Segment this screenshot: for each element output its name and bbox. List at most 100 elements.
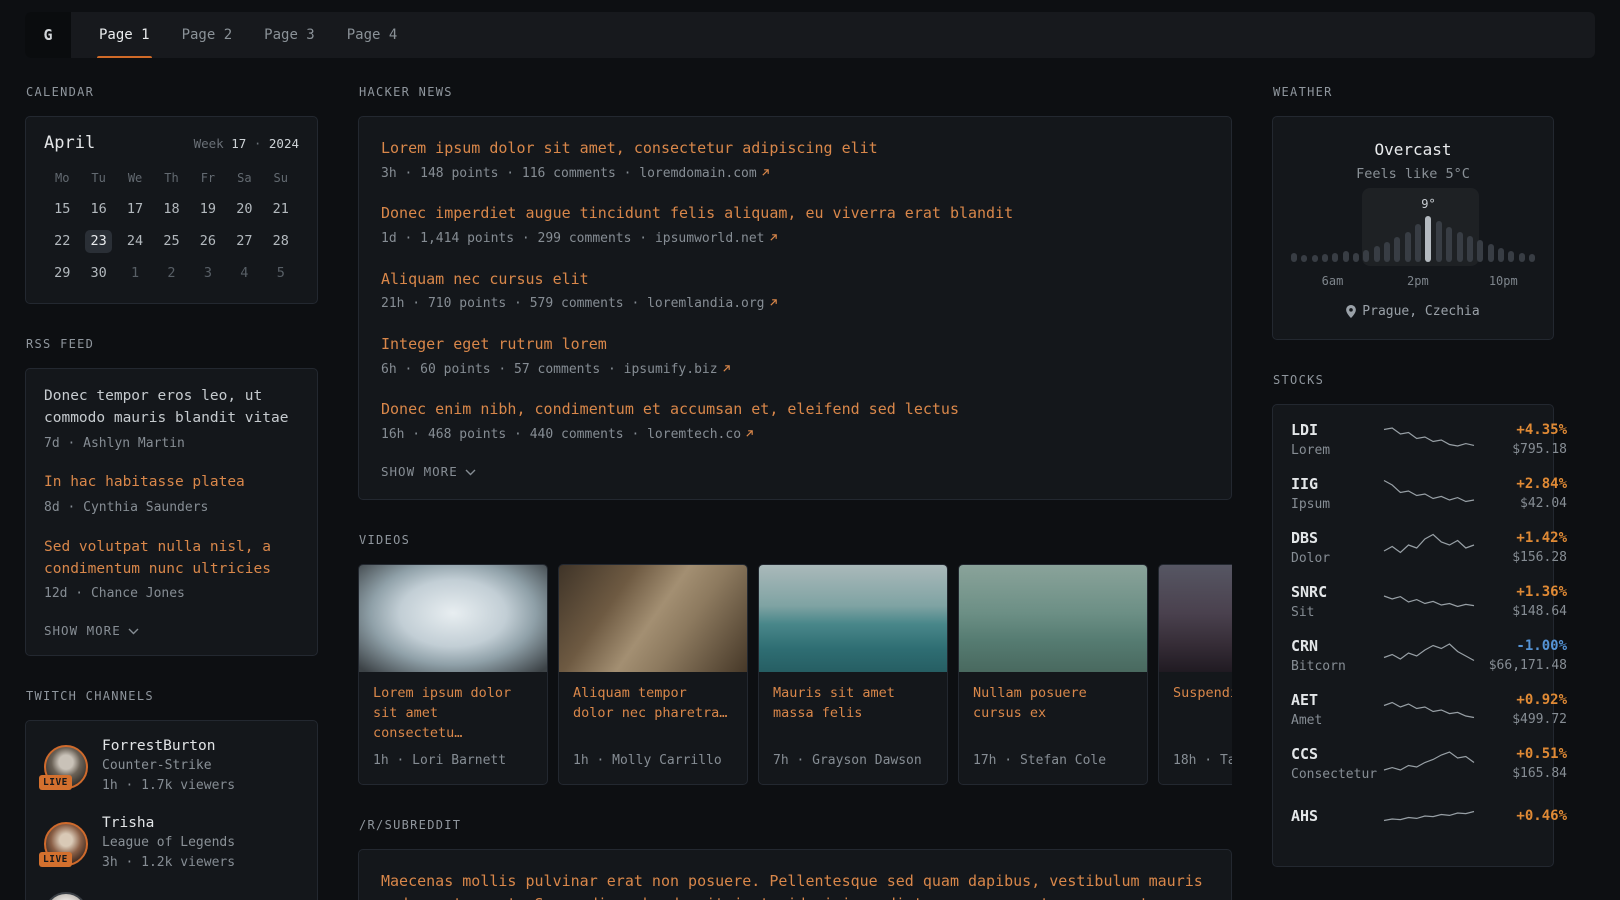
stock-change: +2.84% [1475, 476, 1567, 492]
video-card[interactable]: Mauris sit amet massa felis7h · Grayson … [758, 564, 948, 786]
tab-page-1[interactable]: Page 1 [97, 12, 152, 58]
hackernews-show-more-button[interactable]: SHOW MORE [381, 464, 1209, 479]
topbar-tabs: Page 1 Page 2 Page 3 Page 4 [97, 12, 399, 58]
calendar-weekday: Su [263, 171, 299, 185]
hn-item: Donec enim nibh, condimentum et accumsan… [381, 398, 1209, 444]
calendar-week-number: 17 [231, 136, 246, 151]
calendar-day: 27 [231, 230, 258, 253]
tab-page-4[interactable]: Page 4 [345, 12, 400, 58]
stock-name: Consectetur [1291, 767, 1383, 782]
peak-temperature-label: 9° [1421, 197, 1435, 211]
video-thumbnail[interactable] [559, 565, 747, 672]
stock-ticker: CCS [1291, 745, 1383, 763]
tab-page-2[interactable]: Page 2 [180, 12, 235, 58]
stock-values: +4.35%$795.18 [1475, 422, 1567, 457]
stock-row[interactable]: IIGIpsum+2.84%$42.04 [1291, 475, 1535, 512]
channel-game[interactable]: League of Legends [102, 835, 235, 850]
hn-item-domain[interactable]: loremlandia.org [647, 296, 777, 311]
twitch-channel-row: KendallCarr [44, 892, 299, 900]
stock-row[interactable]: LDILorem+4.35%$795.18 [1291, 421, 1535, 458]
hn-item-title[interactable]: Integer eget rutrum lorem [381, 333, 1209, 356]
subreddit-item-title[interactable]: Maecenas mollis pulvinar erat non posuer… [381, 870, 1209, 900]
channel-avatar[interactable]: LIVE [44, 822, 88, 866]
rss-item-title[interactable]: Sed volutpat nulla nisl, a condimentum n… [44, 537, 299, 581]
stock-sparkline [1383, 531, 1475, 565]
stock-ticker: CRN [1291, 637, 1383, 655]
hn-item-domain[interactable]: loremtech.co [647, 427, 754, 442]
stock-sparkline [1383, 423, 1475, 457]
stock-labels: AETAmet [1291, 691, 1383, 728]
weather-bars: 9° [1291, 216, 1535, 262]
external-link-wrap [719, 362, 731, 377]
video-title[interactable]: Aliquam tempor dolor nec pharetra… [559, 672, 747, 724]
hackernews-list: Lorem ipsum dolor sit amet, consectetur … [381, 137, 1209, 445]
external-link-wrap [758, 166, 770, 181]
channel-name[interactable]: ForrestBurton [102, 738, 235, 754]
calendar-day: 2 [158, 262, 185, 285]
stock-row[interactable]: CCSConsectetur+0.51%$165.84 [1291, 745, 1535, 782]
video-title[interactable]: Suspendisse diam [1159, 672, 1232, 703]
stock-row[interactable]: DBSDolor+1.42%$156.28 [1291, 529, 1535, 566]
stock-values: +2.84%$42.04 [1475, 476, 1567, 511]
hackernews-card: Lorem ipsum dolor sit amet, consectetur … [358, 116, 1232, 500]
video-card[interactable]: Suspendisse diam18h · Tara [1158, 564, 1232, 786]
stock-row[interactable]: CRNBitcorn-1.00%$66,171.48 [1291, 637, 1535, 674]
hn-item-title[interactable]: Lorem ipsum dolor sit amet, consectetur … [381, 137, 1209, 160]
weather-section-title: WEATHER [1273, 85, 1553, 99]
stock-change: +1.36% [1475, 584, 1567, 600]
hn-item-domain[interactable]: loremdomain.com [639, 166, 769, 181]
video-card[interactable]: Nullam posuere cursus ex17h · Stefan Col… [958, 564, 1148, 786]
calendar-weekday: Tu [80, 171, 116, 185]
hn-item-title[interactable]: Aliquam nec cursus elit [381, 268, 1209, 291]
calendar-day: 16 [85, 198, 112, 221]
right-column: WEATHER Overcast Feels like 5°C 9° 6am2p… [1272, 85, 1554, 900]
video-card[interactable]: Lorem ipsum dolor sit amet consectetu…1h… [358, 564, 548, 786]
hn-item: Aliquam nec cursus elit21h · 710 points … [381, 268, 1209, 314]
stock-name: Sit [1291, 605, 1383, 620]
hn-item-title[interactable]: Donec imperdiet augue tincidunt felis al… [381, 202, 1209, 225]
twitch-widget: TWITCH CHANNELS LIVEForrestBurtonCounter… [25, 689, 318, 900]
stock-values: +0.92%$499.72 [1475, 692, 1567, 727]
external-link-icon [745, 429, 754, 438]
weather-bar [1457, 232, 1463, 262]
channel-avatar[interactable]: LIVE [44, 745, 88, 789]
video-title[interactable]: Lorem ipsum dolor sit amet consectetu… [359, 672, 547, 744]
channel-avatar[interactable] [44, 892, 88, 900]
stock-name: Bitcorn [1291, 659, 1383, 674]
channel-name[interactable]: Trisha [102, 815, 235, 831]
video-title[interactable]: Mauris sit amet massa felis [759, 672, 947, 724]
rss-item-title[interactable]: Donec tempor eros leo, ut commodo mauris… [44, 386, 299, 430]
rss-item-meta: 8d · Cynthia Saunders [44, 499, 299, 518]
stock-row[interactable]: SNRCSit+1.36%$148.64 [1291, 583, 1535, 620]
weather-bar [1363, 250, 1369, 262]
rss-show-more-button[interactable]: SHOW MORE [44, 623, 299, 638]
video-title[interactable]: Nullam posuere cursus ex [959, 672, 1147, 724]
weather-bar [1312, 255, 1318, 262]
channel-game[interactable]: Counter-Strike [102, 758, 235, 773]
video-card[interactable]: Aliquam tempor dolor nec pharetra…1h · M… [558, 564, 748, 786]
calendar-month: April [44, 133, 95, 153]
subreddit-section-title: /R/SUBREDDIT [359, 818, 1231, 832]
stock-row[interactable]: AETAmet+0.92%$499.72 [1291, 691, 1535, 728]
weather-bar [1498, 248, 1504, 262]
calendar-day: 15 [49, 198, 76, 221]
calendar-day: 20 [231, 198, 258, 221]
app-logo[interactable]: G [25, 12, 71, 58]
calendar-day: 21 [267, 198, 294, 221]
hn-item-domain[interactable]: ipsumify.biz [624, 362, 731, 377]
rss-item-title[interactable]: In hac habitasse platea [44, 472, 299, 494]
hackernews-show-more-label: SHOW MORE [381, 464, 458, 479]
stock-ticker: DBS [1291, 529, 1383, 547]
tab-page-3[interactable]: Page 3 [262, 12, 317, 58]
external-link-wrap [742, 427, 754, 442]
video-thumbnail[interactable] [759, 565, 947, 672]
hn-item-title[interactable]: Donec enim nibh, condimentum et accumsan… [381, 398, 1209, 421]
hn-item-domain[interactable]: ipsumworld.net [655, 231, 778, 246]
stocks-list: LDILorem+4.35%$795.18 IIGIpsum+2.84%$42.0… [1291, 421, 1535, 833]
hn-item-meta: 1d · 1,414 points · 299 comments · ipsum… [381, 230, 1209, 249]
video-thumbnail[interactable] [1159, 565, 1232, 672]
video-thumbnail[interactable] [359, 565, 547, 672]
stock-labels: SNRCSit [1291, 583, 1383, 620]
video-thumbnail[interactable] [959, 565, 1147, 672]
stock-row[interactable]: AHS+0.46% [1291, 799, 1535, 833]
